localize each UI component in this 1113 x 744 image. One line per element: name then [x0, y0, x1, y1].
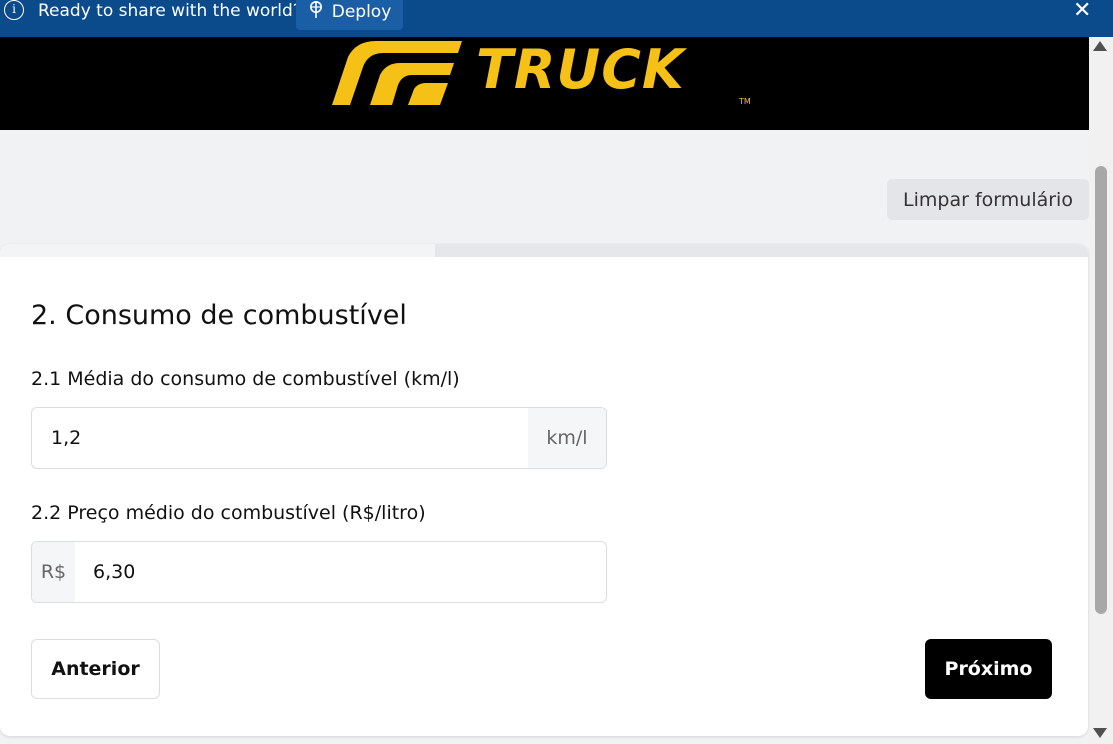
scroll-up-arrow-icon[interactable] [1093, 41, 1107, 51]
progress-fill [0, 244, 436, 257]
info-icon: i [4, 0, 24, 20]
deploy-label: Deploy [331, 2, 392, 22]
clear-form-button[interactable]: Limpar formulário [887, 179, 1089, 220]
fuel-consumption-label: 2.1 Média do consumo de combustível (km/… [31, 368, 460, 390]
previous-button[interactable]: Anterior [31, 639, 160, 699]
notification-message: Ready to share with the world? [38, 1, 302, 21]
logo-mark [332, 41, 462, 105]
fuel-consumption-field[interactable]: 1,2 km/l [31, 407, 607, 469]
next-button[interactable]: Próximo [925, 639, 1052, 699]
deploy-icon [308, 1, 324, 23]
logo-text: TRUCK [476, 38, 685, 101]
fuel-price-input[interactable]: 6,30 [75, 542, 606, 602]
scroll-down-arrow-icon[interactable] [1093, 728, 1107, 738]
fuel-price-field[interactable]: R$ 6,30 [31, 541, 607, 603]
fuel-consumption-suffix: km/l [528, 408, 606, 468]
deploy-button[interactable]: Deploy [296, 0, 403, 30]
notification-bar: i Ready to share with the world? Deploy … [0, 0, 1113, 37]
form-card: 2. Consumo de combustível 2.1 Média do c… [0, 244, 1088, 736]
brand-banner: TRUCK TM [0, 37, 1089, 130]
scroll-thumb[interactable] [1095, 166, 1107, 614]
close-icon[interactable]: ✕ [1073, 0, 1091, 23]
fuel-price-label: 2.2 Preço médio do combustível (R$/litro… [31, 502, 426, 524]
fuel-consumption-input[interactable]: 1,2 [32, 408, 528, 468]
progress-bar [0, 244, 1088, 257]
section-title: 2. Consumo de combustível [31, 300, 407, 331]
fuel-price-prefix: R$ [32, 542, 75, 602]
logo-trademark: TM [739, 97, 751, 106]
